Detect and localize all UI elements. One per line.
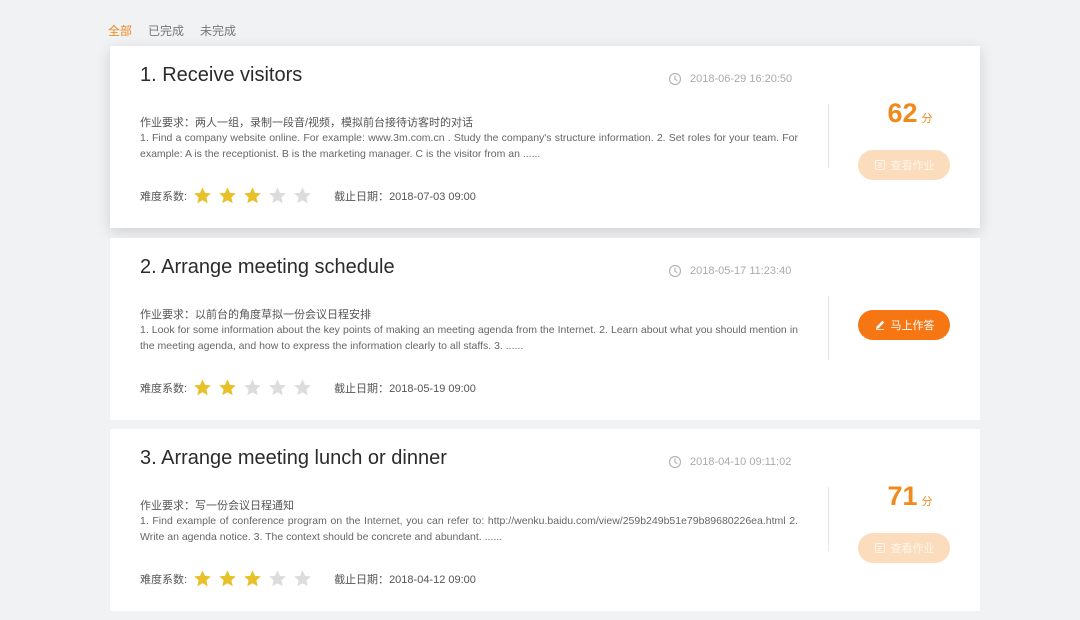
assignment-meta: 难度系数: 截止日期：2018-07-03 09:00 bbox=[140, 186, 476, 205]
view-assignment-button[interactable]: 查看作业 bbox=[858, 533, 950, 563]
score-unit: 分 bbox=[921, 496, 933, 508]
deadline-label: 截止日期： bbox=[334, 573, 390, 586]
view-icon bbox=[874, 542, 885, 554]
assignment-meta: 难度系数: 截止日期：2018-05-19 09:00 bbox=[140, 378, 476, 397]
assignment-time-text: 2018-06-29 16:20:50 bbox=[690, 73, 793, 85]
pencil-icon bbox=[875, 320, 884, 330]
assignment-time-text: 2018-05-17 11:23:40 bbox=[690, 265, 792, 277]
star-filled-icon bbox=[244, 187, 261, 204]
star-filled-icon bbox=[194, 379, 211, 396]
assignment-time: 2018-06-29 16:20:50 bbox=[668, 72, 792, 86]
score-value: 62 bbox=[887, 98, 918, 128]
requirement: 作业要求：以前台的角度草拟一份会议日程安排 bbox=[140, 306, 371, 322]
assignment-description: 1. Find a company website online. For ex… bbox=[140, 132, 798, 160]
star-empty-icon bbox=[269, 379, 286, 396]
difficulty-stars bbox=[193, 569, 312, 588]
tab-all[interactable]: 全部 bbox=[108, 22, 132, 39]
star-filled-icon bbox=[194, 570, 211, 587]
star-filled-icon bbox=[244, 570, 261, 587]
view-assignment-label: 查看作业 bbox=[890, 160, 935, 172]
requirement-text: 写一份会议日程通知 bbox=[195, 500, 294, 512]
tab-completed[interactable]: 已完成 bbox=[148, 22, 184, 39]
view-assignment-button[interactable]: 查看作业 bbox=[858, 150, 950, 180]
score-value: 71 bbox=[887, 481, 918, 511]
star-filled-icon bbox=[194, 187, 211, 204]
filter-tabs: 全部 已完成 未完成 bbox=[108, 22, 236, 39]
clock-icon bbox=[668, 72, 682, 86]
score: 62 分 bbox=[860, 98, 960, 129]
deadline: 截止日期：2018-04-12 09:00 bbox=[334, 571, 476, 587]
requirement: 作业要求：写一份会议日程通知 bbox=[140, 497, 294, 513]
star-empty-icon bbox=[294, 570, 311, 587]
assignment-title[interactable]: 1. Receive visitors bbox=[140, 64, 302, 87]
star-filled-icon bbox=[219, 570, 236, 587]
difficulty-label: 难度系数: bbox=[140, 382, 188, 395]
deadline-label: 截止日期： bbox=[334, 382, 390, 395]
divider bbox=[828, 104, 829, 168]
assignment-card-1[interactable]: 1. Receive visitors 2018-06-29 16:20:50 … bbox=[110, 46, 980, 228]
assignment-description: 1. Look for some information about the k… bbox=[140, 324, 798, 352]
divider bbox=[828, 296, 829, 360]
star-empty-icon bbox=[269, 187, 286, 204]
deadline-label: 截止日期： bbox=[334, 190, 390, 203]
score: 71 分 bbox=[860, 481, 960, 512]
score-unit: 分 bbox=[921, 113, 933, 125]
difficulty-stars bbox=[193, 186, 312, 205]
requirement-text: 两人一组，录制一段音/视频，模拟前台接待访客时的对话 bbox=[195, 117, 474, 129]
requirement-label: 作业要求： bbox=[140, 117, 195, 129]
assignment-title[interactable]: 3. Arrange meeting lunch or dinner bbox=[140, 447, 447, 470]
clock-icon bbox=[668, 455, 682, 469]
requirement-label: 作业要求： bbox=[140, 500, 195, 512]
requirement: 作业要求：两人一组，录制一段音/视频，模拟前台接待访客时的对话 bbox=[140, 114, 473, 130]
deadline-value: 2018-05-19 09:00 bbox=[389, 382, 476, 395]
assignment-meta: 难度系数: 截止日期：2018-04-12 09:00 bbox=[140, 569, 476, 588]
star-filled-icon bbox=[219, 187, 236, 204]
clock-icon bbox=[668, 264, 682, 278]
answer-now-label: 马上作答 bbox=[890, 320, 935, 332]
view-icon bbox=[874, 159, 885, 171]
assignment-time-text: 2018-04-10 09:11:02 bbox=[690, 456, 792, 468]
star-filled-icon bbox=[219, 379, 236, 396]
answer-now-button[interactable]: 马上作答 bbox=[858, 310, 950, 340]
divider bbox=[828, 487, 829, 551]
star-empty-icon bbox=[294, 187, 311, 204]
deadline-value: 2018-04-12 09:00 bbox=[389, 573, 476, 586]
assignment-title[interactable]: 2. Arrange meeting schedule bbox=[140, 256, 395, 279]
assignment-description: 1. Find example of conference program on… bbox=[140, 515, 798, 543]
difficulty-label: 难度系数: bbox=[140, 573, 188, 586]
star-empty-icon bbox=[269, 570, 286, 587]
star-empty-icon bbox=[244, 379, 261, 396]
difficulty-stars bbox=[193, 378, 312, 397]
assignment-time: 2018-05-17 11:23:40 bbox=[668, 264, 791, 278]
deadline-value: 2018-07-03 09:00 bbox=[389, 190, 476, 203]
tab-incomplete[interactable]: 未完成 bbox=[200, 22, 236, 39]
assignment-time: 2018-04-10 09:11:02 bbox=[668, 455, 791, 469]
star-empty-icon bbox=[294, 379, 311, 396]
deadline: 截止日期：2018-05-19 09:00 bbox=[334, 380, 476, 396]
requirement-label: 作业要求： bbox=[140, 309, 195, 321]
requirement-text: 以前台的角度草拟一份会议日程安排 bbox=[195, 309, 371, 321]
deadline: 截止日期：2018-07-03 09:00 bbox=[334, 188, 476, 204]
difficulty-label: 难度系数: bbox=[140, 190, 188, 203]
assignment-card-3[interactable]: 3. Arrange meeting lunch or dinner 2018-… bbox=[110, 429, 980, 611]
view-assignment-label: 查看作业 bbox=[890, 543, 935, 555]
assignment-card-2[interactable]: 2. Arrange meeting schedule 2018-05-17 1… bbox=[110, 238, 980, 420]
